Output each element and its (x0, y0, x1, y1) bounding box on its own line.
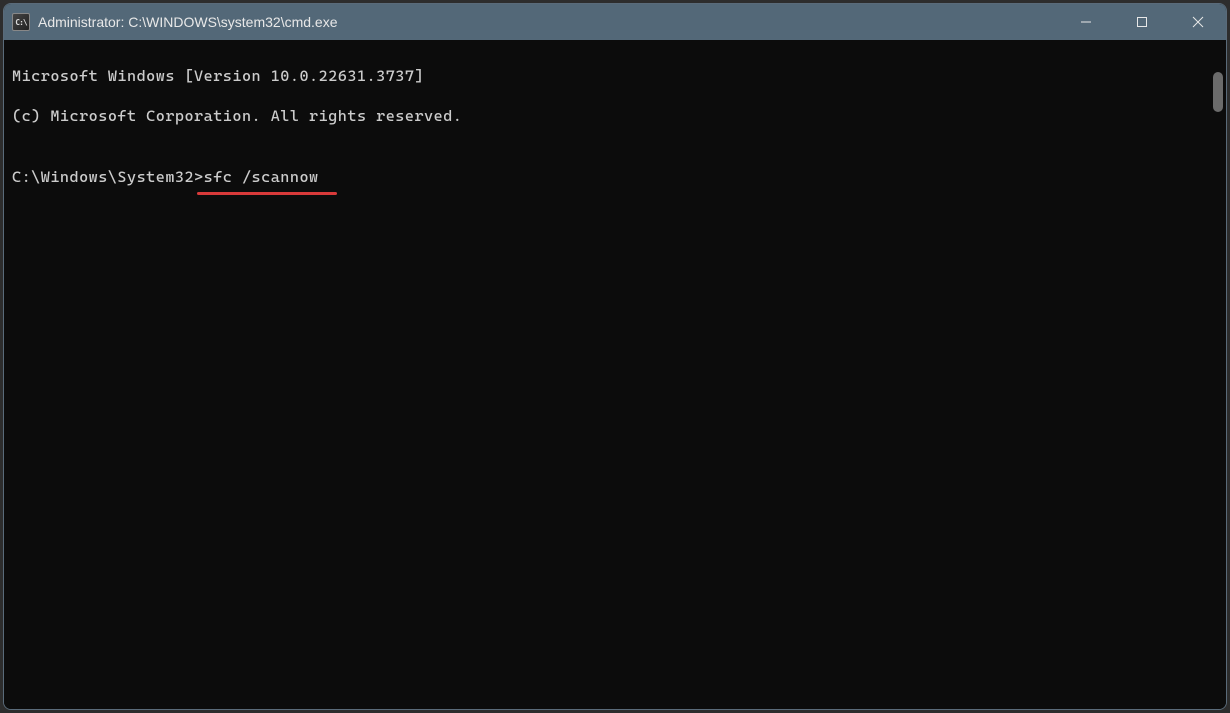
command-underline-annotation (197, 192, 337, 195)
scrollbar-thumb[interactable] (1213, 72, 1223, 112)
copyright-line: (c) Microsoft Corporation. All rights re… (12, 106, 1218, 126)
close-icon (1192, 16, 1204, 28)
vertical-scrollbar[interactable] (1212, 44, 1224, 705)
maximize-icon (1136, 16, 1148, 28)
version-line: Microsoft Windows [Version 10.0.22631.37… (12, 66, 1218, 86)
cmd-icon-label: C:\ (15, 18, 26, 27)
window-controls (1058, 4, 1226, 40)
close-button[interactable] (1170, 4, 1226, 40)
command-input[interactable]: sfc /scannow (204, 168, 319, 186)
window-title: Administrator: C:\WINDOWS\system32\cmd.e… (38, 14, 1058, 30)
prompt-line: C:\Windows\System32>sfc /scannow (12, 167, 319, 187)
terminal-output[interactable]: Microsoft Windows [Version 10.0.22631.37… (4, 40, 1226, 709)
cmd-window: C:\ Administrator: C:\WINDOWS\system32\c… (3, 3, 1227, 710)
titlebar[interactable]: C:\ Administrator: C:\WINDOWS\system32\c… (4, 4, 1226, 40)
minimize-icon (1080, 16, 1092, 28)
minimize-button[interactable] (1058, 4, 1114, 40)
maximize-button[interactable] (1114, 4, 1170, 40)
prompt-path: C:\Windows\System32> (12, 168, 204, 186)
cmd-icon: C:\ (12, 13, 30, 31)
